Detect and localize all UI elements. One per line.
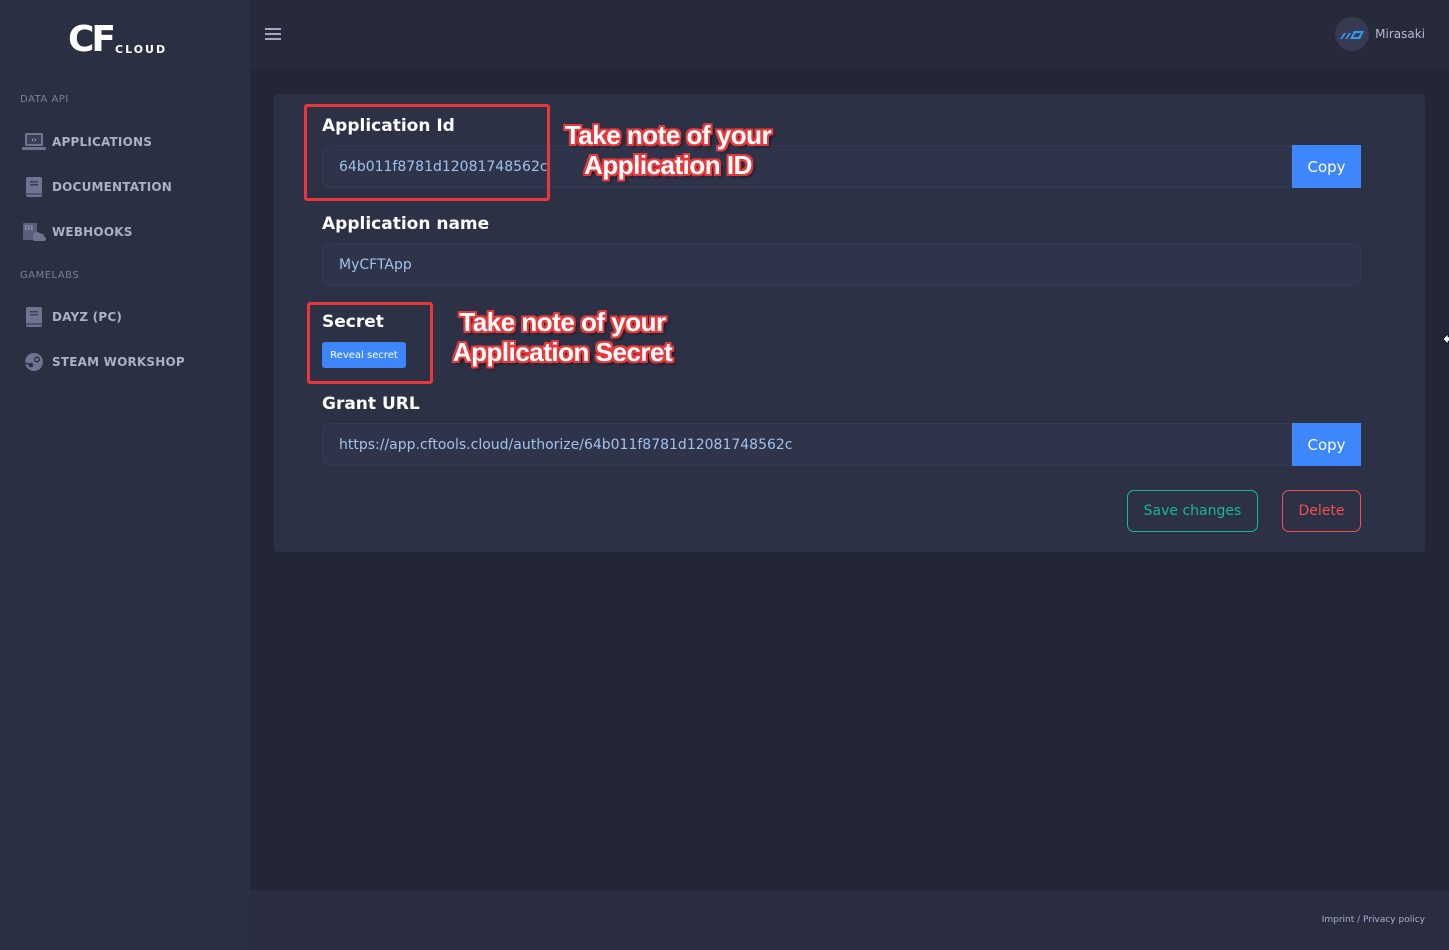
sidebar-item-label: STEAM WORKSHOP bbox=[52, 355, 185, 369]
steam-icon bbox=[22, 351, 46, 373]
footer: Imprint / Privacy policy bbox=[250, 890, 1449, 950]
sidebar-item-label: WEBHOOKS bbox=[52, 225, 133, 239]
sidebar-item-webhooks[interactable]: WEBHOOKS bbox=[22, 220, 133, 244]
annotation-line: Application ID bbox=[584, 150, 752, 180]
user-logo-icon bbox=[1340, 31, 1365, 39]
annotation-line: Take note of your bbox=[459, 307, 666, 337]
sidebar: CF CLOUD DATA API ‹› APPLICATIONS DOCUME… bbox=[0, 0, 250, 950]
username: Mirasaki bbox=[1375, 27, 1425, 41]
user-menu[interactable]: Mirasaki bbox=[1335, 17, 1425, 51]
section-label-data-api: DATA API bbox=[20, 94, 69, 105]
grant-url-label: Grant URL bbox=[322, 394, 420, 414]
copy-grant-url-button[interactable]: Copy bbox=[1292, 423, 1361, 466]
laptop-code-icon: ‹› bbox=[22, 131, 46, 153]
privacy-policy-link[interactable]: Privacy policy bbox=[1363, 915, 1425, 925]
cursor-icon bbox=[1443, 334, 1449, 344]
section-label-gamelabs: GAMELABS bbox=[20, 270, 80, 281]
sidebar-item-label: DAYZ (PC) bbox=[52, 310, 123, 324]
copy-application-id-button[interactable]: Copy bbox=[1292, 145, 1361, 188]
hamburger-icon[interactable] bbox=[265, 28, 281, 42]
annotation-line: Application Secret bbox=[452, 337, 673, 367]
application-name-label: Application name bbox=[322, 214, 490, 234]
sidebar-item-applications[interactable]: ‹› APPLICATIONS bbox=[22, 130, 152, 154]
annotation-text-application-id: Take note of your Application ID bbox=[548, 120, 788, 180]
sidebar-item-documentation[interactable]: DOCUMENTATION bbox=[22, 175, 172, 199]
delete-button[interactable]: Delete bbox=[1282, 490, 1361, 532]
cf-cloud-logo[interactable]: CF CLOUD bbox=[68, 16, 188, 58]
application-name-input[interactable]: MyCFTApp bbox=[322, 243, 1361, 286]
grant-url-field[interactable]: https://app.cftools.cloud/authorize/64b0… bbox=[322, 423, 1292, 466]
logo-mark: CF bbox=[68, 19, 116, 60]
logo-word: CLOUD bbox=[115, 43, 168, 56]
svg-text:‹›: ‹› bbox=[31, 136, 37, 144]
sidebar-item-dayz-pc[interactable]: DAYZ (PC) bbox=[22, 305, 122, 329]
footer-separator: / bbox=[1354, 915, 1364, 925]
server-cloud-icon bbox=[22, 221, 46, 243]
topbar: Mirasaki bbox=[250, 0, 1449, 70]
sidebar-item-steam-workshop[interactable]: STEAM WORKSHOP bbox=[22, 350, 185, 374]
avatar bbox=[1335, 17, 1370, 51]
book-icon bbox=[22, 306, 46, 328]
annotation-box-secret bbox=[307, 302, 433, 384]
sidebar-item-label: APPLICATIONS bbox=[52, 135, 153, 149]
footer-links: Imprint / Privacy policy bbox=[1322, 915, 1425, 925]
save-changes-button[interactable]: Save changes bbox=[1127, 490, 1258, 532]
annotation-box-application-id bbox=[304, 104, 550, 201]
imprint-link[interactable]: Imprint bbox=[1322, 915, 1355, 925]
book-icon bbox=[22, 176, 46, 198]
annotation-text-secret: Take note of your Application Secret bbox=[440, 307, 685, 367]
annotation-line: Take note of your bbox=[564, 120, 772, 150]
sidebar-item-label: DOCUMENTATION bbox=[52, 180, 172, 194]
